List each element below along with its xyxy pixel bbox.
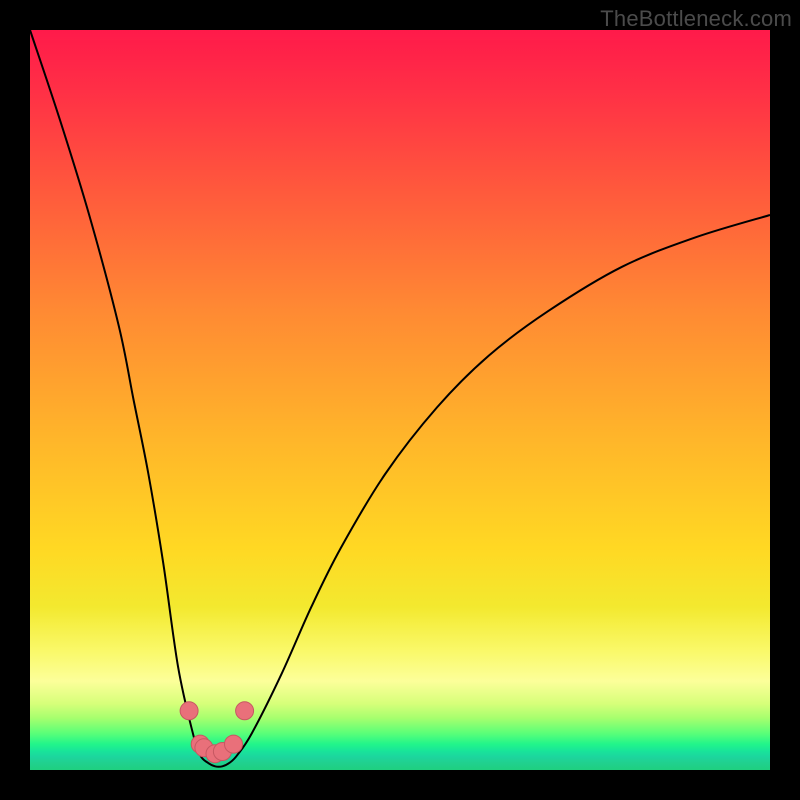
- curve-marker: [180, 702, 198, 720]
- curve-marker: [236, 702, 254, 720]
- bottleneck-chart: [30, 30, 770, 770]
- watermark-text: TheBottleneck.com: [600, 6, 792, 32]
- bottleneck-curve-line: [30, 30, 770, 767]
- curve-marker: [225, 735, 243, 753]
- curve-markers: [180, 702, 254, 763]
